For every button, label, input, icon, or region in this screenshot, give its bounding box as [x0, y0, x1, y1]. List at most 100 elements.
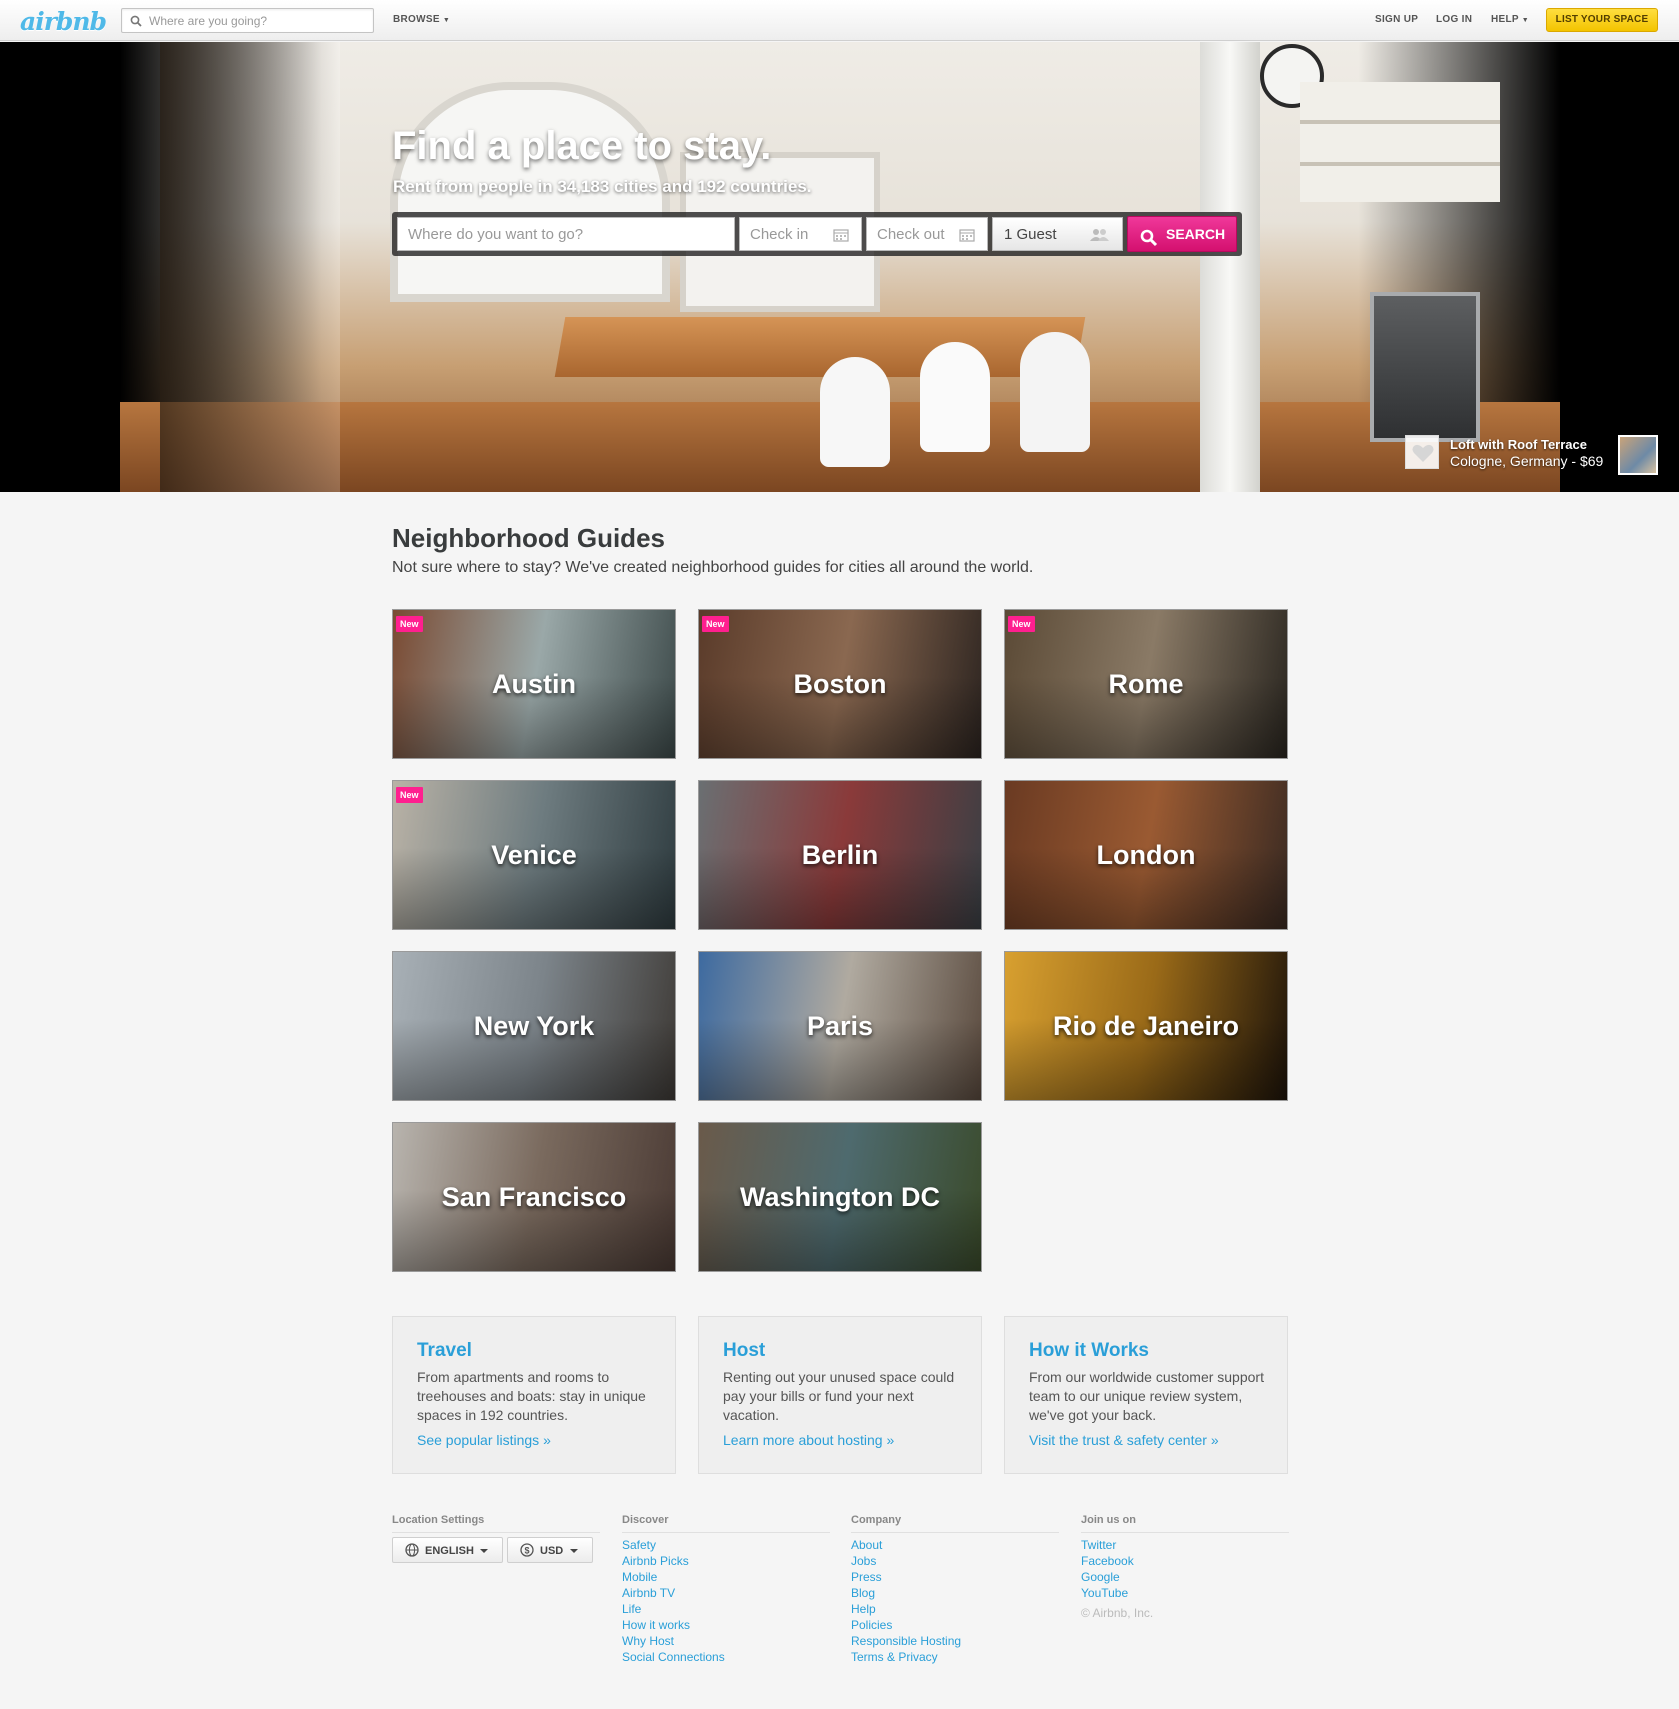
info-box-title: How it Works: [1029, 1340, 1149, 1361]
footer-divider: [851, 1532, 1059, 1533]
currency-select[interactable]: $ USD: [507, 1537, 593, 1563]
browse-label: BROWSE: [393, 14, 440, 25]
search-icon: [130, 14, 142, 32]
nav-search-input[interactable]: [149, 12, 369, 29]
footer-discover-link[interactable]: Life: [622, 1602, 641, 1616]
city-guide-tile[interactable]: Rio de Janeiro: [1004, 951, 1288, 1101]
city-guide-tile[interactable]: Paris: [698, 951, 982, 1101]
city-guide-tile[interactable]: San Francisco: [392, 1122, 676, 1272]
city-guide-tile[interactable]: New Boston: [698, 609, 982, 759]
footer-company-link[interactable]: Blog: [851, 1586, 875, 1600]
calendar-icon: [959, 228, 975, 247]
city-guide-tile[interactable]: New York: [392, 951, 676, 1101]
caret-down-icon: [570, 1549, 578, 1553]
neighborhood-guides-title: Neighborhood Guides: [392, 523, 665, 553]
language-value: ENGLISH: [425, 1545, 474, 1557]
footer-company-link[interactable]: Press: [851, 1570, 882, 1584]
dollar-icon: $: [520, 1543, 534, 1560]
guests-select[interactable]: 1 Guest: [992, 217, 1123, 251]
search-icon: [1140, 225, 1158, 259]
browse-menu[interactable]: BROWSE ▼: [393, 14, 450, 25]
join-us-heading: Join us on: [1081, 1514, 1136, 1526]
neighborhood-guides-subtitle: Not sure where to stay? We've created ne…: [392, 559, 1034, 576]
learn-more-hosting-link[interactable]: Learn more about hosting »: [723, 1432, 894, 1448]
airbnb-logo[interactable]: airbnb: [20, 7, 107, 36]
language-select[interactable]: ENGLISH: [392, 1537, 503, 1563]
footer-discover-link[interactable]: Mobile: [622, 1570, 657, 1584]
host-avatar[interactable]: [1618, 435, 1658, 475]
where-input[interactable]: [408, 224, 723, 244]
footer-social-link[interactable]: Facebook: [1081, 1554, 1134, 1568]
city-name: London: [1096, 839, 1196, 870]
caret-down-icon: [480, 1549, 488, 1553]
calendar-icon: [833, 228, 849, 247]
city-name: Washington DC: [740, 1181, 940, 1212]
footer-divider: [622, 1532, 830, 1533]
search-button-label: SEARCH: [1166, 226, 1226, 242]
nav-search-box[interactable]: [121, 8, 374, 33]
city-guide-tile[interactable]: London: [1004, 780, 1288, 930]
hero-kitchen-photo: [120, 42, 1560, 492]
help-label: HELP: [1491, 14, 1519, 25]
hero-subtitle: Rent from people in 34,183 cities and 19…: [393, 177, 812, 196]
footer-discover-link[interactable]: How it works: [622, 1618, 690, 1632]
people-icon: [1090, 228, 1110, 245]
footer-company-link[interactable]: About: [851, 1538, 882, 1552]
info-box-title: Host: [723, 1340, 766, 1361]
footer-company-link[interactable]: Responsible Hosting: [851, 1634, 961, 1648]
city-guide-tile[interactable]: Washington DC: [698, 1122, 982, 1272]
city-guide-tile[interactable]: New Venice: [392, 780, 676, 930]
heart-icon: [1412, 444, 1434, 462]
footer-discover-link[interactable]: Social Connections: [622, 1650, 725, 1664]
footer-company-link[interactable]: Help: [851, 1602, 876, 1616]
check-in-field[interactable]: [739, 217, 862, 251]
info-box-host: Host Renting out your unused space could…: [698, 1316, 982, 1474]
footer-social-link[interactable]: Google: [1081, 1570, 1120, 1584]
copyright: © Airbnb, Inc.: [1081, 1606, 1154, 1620]
footer-discover-link[interactable]: Airbnb TV: [622, 1586, 675, 1600]
hero-title: Find a place to stay.: [392, 124, 772, 168]
check-out-input[interactable]: [877, 224, 957, 244]
city-guide-tile[interactable]: New Rome: [1004, 609, 1288, 759]
see-popular-listings-link[interactable]: See popular listings »: [417, 1432, 551, 1448]
footer-discover-link[interactable]: Why Host: [622, 1634, 674, 1648]
city-name: New York: [473, 1010, 595, 1041]
hero-section: Find a place to stay. Rent from people i…: [0, 42, 1679, 492]
footer-social-link[interactable]: YouTube: [1081, 1586, 1128, 1600]
footer-company-link[interactable]: Policies: [851, 1618, 892, 1632]
city-name: San Francisco: [441, 1181, 627, 1212]
listing-name[interactable]: Loft with Roof Terrace: [1450, 437, 1587, 452]
footer-social-link[interactable]: Twitter: [1081, 1538, 1116, 1552]
log-in-link[interactable]: LOG IN: [1436, 14, 1472, 25]
city-guide-tile[interactable]: New Austin: [392, 609, 676, 759]
city-name: Rome: [1108, 668, 1184, 699]
company-heading: Company: [851, 1514, 902, 1526]
search-button[interactable]: SEARCH: [1127, 216, 1237, 252]
footer-discover-link[interactable]: Airbnb Picks: [622, 1554, 689, 1568]
trust-safety-link[interactable]: Visit the trust & safety center »: [1029, 1432, 1219, 1448]
check-out-field[interactable]: [866, 217, 988, 251]
wishlist-button[interactable]: [1405, 435, 1439, 469]
info-box-text: From apartments and rooms to treehouses …: [417, 1369, 646, 1423]
top-nav: airbnb BROWSE ▼ SIGN UP LOG IN HELP ▼ LI…: [0, 0, 1679, 41]
discover-heading: Discover: [622, 1514, 669, 1526]
info-box-title: Travel: [417, 1340, 472, 1361]
check-in-input[interactable]: [750, 224, 830, 244]
footer-company-link[interactable]: Terms & Privacy: [851, 1650, 938, 1664]
footer-divider: [392, 1532, 600, 1533]
where-field[interactable]: [397, 217, 735, 251]
list-your-space-button[interactable]: LIST YOUR SPACE: [1546, 8, 1658, 32]
caret-down-icon: ▼: [442, 17, 451, 24]
help-menu[interactable]: HELP ▼: [1491, 14, 1529, 25]
footer-discover-link[interactable]: Safety: [622, 1538, 656, 1552]
city-name: Boston: [793, 668, 887, 699]
footer-company-link[interactable]: Jobs: [851, 1554, 876, 1568]
city-guide-tile[interactable]: Berlin: [698, 780, 982, 930]
hero-search-bar: 1 Guest SEARCH: [392, 212, 1242, 256]
info-box-travel: Travel From apartments and rooms to tree…: [392, 1316, 676, 1474]
info-box-text: Renting out your unused space could pay …: [723, 1369, 955, 1423]
caret-down-icon: ▼: [1521, 17, 1530, 24]
city-name: Paris: [806, 1010, 874, 1041]
sign-up-link[interactable]: SIGN UP: [1375, 14, 1418, 25]
currency-value: USD: [540, 1545, 564, 1557]
